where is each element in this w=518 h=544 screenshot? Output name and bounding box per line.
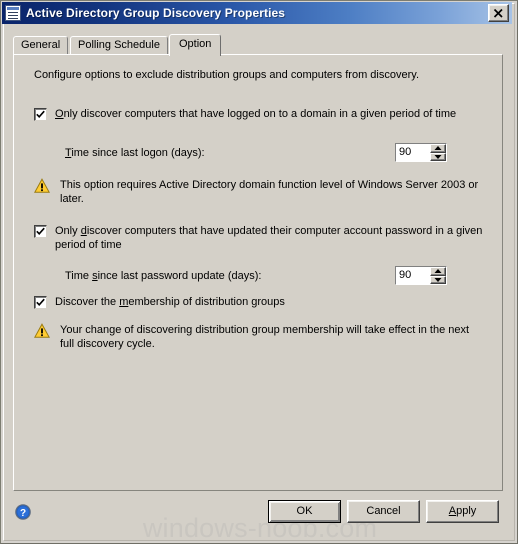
ok-button[interactable]: OK <box>268 500 341 523</box>
checkbox-only-discover-logon[interactable] <box>34 108 47 121</box>
label-part-after: pply <box>456 505 477 517</box>
tab-content-inner: Configure options to exclude distributio… <box>14 55 502 490</box>
warning-text-domain-function-level: This option requires Active Directory do… <box>60 179 479 205</box>
spinner-buttons-last-logon <box>430 144 446 161</box>
label-part-before: Time <box>65 270 93 282</box>
apply-button[interactable]: Apply <box>426 500 499 523</box>
checkmark-icon <box>36 227 45 235</box>
label-accelerator: m <box>119 296 129 308</box>
close-icon <box>493 8 503 18</box>
label-part-after: nly discover computers that have logged … <box>63 108 457 120</box>
tab-option[interactable]: Option <box>169 34 222 56</box>
checkbox-discover-membership[interactable] <box>34 296 47 309</box>
label-part-before: Only <box>55 225 81 237</box>
help-icon[interactable]: ? <box>15 504 31 520</box>
warning-row-domain-function-level: This option requires Active Directory do… <box>34 178 484 206</box>
arrow-up-icon <box>434 269 442 274</box>
panel-description: Configure options to exclude distributio… <box>34 69 419 81</box>
spinner-value-last-password-update[interactable]: 90 <box>396 267 430 284</box>
spinner-up-last-logon[interactable] <box>430 144 446 153</box>
arrow-down-icon <box>434 154 442 159</box>
label-part-after: ince last password update (days): <box>97 270 262 282</box>
close-button[interactable] <box>488 4 509 22</box>
spinner-value-last-logon[interactable]: 90 <box>396 144 430 161</box>
window-title: Active Directory Group Discovery Propert… <box>26 6 286 20</box>
checkbox-row-logon[interactable]: Only discover computers that have logged… <box>34 107 479 121</box>
spinner-down-last-logon[interactable] <box>430 152 446 161</box>
titlebar[interactable]: Active Directory Group Discovery Propert… <box>2 2 512 24</box>
svg-text:?: ? <box>20 508 26 519</box>
cancel-button[interactable]: Cancel <box>347 500 420 523</box>
warning-icon <box>34 178 50 193</box>
checkmark-icon <box>36 298 45 306</box>
spinner-down-last-password-update[interactable] <box>430 275 446 284</box>
spinner-last-logon-days[interactable]: 90 <box>395 143 447 162</box>
checkbox-only-discover-password[interactable] <box>34 225 47 238</box>
label-accelerator: O <box>55 108 64 120</box>
properties-window-icon <box>5 5 21 21</box>
label-part-before: Discover the <box>55 296 120 308</box>
label-part-after: ime since last logon (days): <box>71 147 205 159</box>
spinner-last-password-update-days[interactable]: 90 <box>395 266 447 285</box>
properties-dialog-window: Active Directory Group Discovery Propert… <box>0 0 518 544</box>
label-part-after: embership of distribution groups <box>128 296 285 308</box>
checkbox-label-logon: Only discover computers that have logged… <box>55 107 456 121</box>
spinner-up-last-password-update[interactable] <box>430 267 446 276</box>
label-accelerator: A <box>448 505 457 517</box>
checkbox-row-membership[interactable]: Discover the membership of distribution … <box>34 295 479 309</box>
warning-text-discovery-cycle: Your change of discovering distribution … <box>60 324 470 350</box>
tab-content-panel: Configure options to exclude distributio… <box>13 54 503 491</box>
checkbox-row-password[interactable]: Only discover computers that have update… <box>34 224 484 252</box>
label-part-after: iscover computers that have updated thei… <box>55 225 483 251</box>
checkbox-label-password: Only discover computers that have update… <box>55 224 484 252</box>
spinner-buttons-last-password-update <box>430 267 446 284</box>
tab-general[interactable]: General <box>13 36 69 55</box>
checkbox-label-membership: Discover the membership of distribution … <box>55 295 285 309</box>
field-label-last-password-update: Time since last password update (days): <box>65 270 261 282</box>
warning-row-discovery-cycle: Your change of discovering distribution … <box>34 323 486 351</box>
field-label-last-logon: Time since last logon (days): <box>65 147 205 159</box>
checkmark-icon <box>36 110 45 118</box>
warning-icon <box>34 323 50 338</box>
tab-strip: General Polling Schedule Option <box>13 34 503 56</box>
arrow-down-icon <box>434 277 442 282</box>
tab-polling-schedule[interactable]: Polling Schedule <box>70 36 168 55</box>
arrow-up-icon <box>434 146 442 151</box>
